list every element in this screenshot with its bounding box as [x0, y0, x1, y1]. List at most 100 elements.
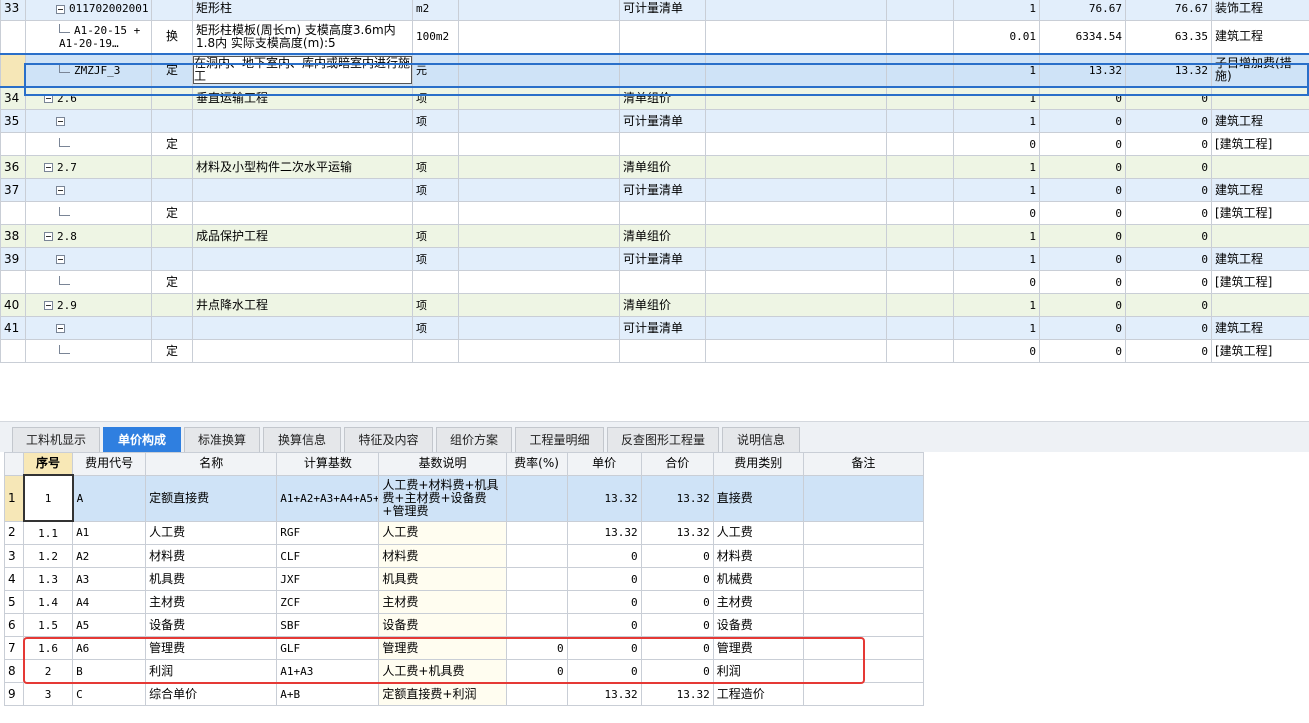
fee-row[interactable]: 6 1.5 A5 设备费 SBF 设备费 0 0 设备费 [4, 613, 924, 637]
pricing-type-cell[interactable]: 可计量清单 [619, 178, 706, 202]
fee-code-cell[interactable]: A3 [72, 567, 147, 591]
empty-cell[interactable] [705, 201, 887, 225]
fee-row[interactable]: 11A定额直接费A1+A2+A3+A4+A5+A6人工费+材料费+机具费+主材费… [4, 474, 924, 522]
fee-row[interactable]: 2 1.1 A1 人工费 RGF 人工费 13.32 13.32 人工费 [4, 520, 924, 545]
empty-cell[interactable] [705, 316, 887, 340]
unit-price-cell[interactable]: 0 [1039, 339, 1126, 363]
empty-cell[interactable] [458, 86, 620, 110]
item-unit-cell[interactable]: 项 [412, 316, 459, 340]
quantity-cell[interactable]: 0.01 [953, 20, 1040, 54]
remark-cell[interactable] [802, 474, 924, 522]
empty-cell[interactable] [705, 339, 887, 363]
pricing-type-cell[interactable] [619, 20, 706, 54]
item-unit-cell[interactable] [412, 132, 459, 156]
fee-row[interactable]: 9 3 C 综合单价 A+B 定额直接费+利润 13.32 13.32 工程造价 [4, 682, 924, 706]
pricing-type-cell[interactable]: 清单组价 [619, 293, 706, 317]
total-cell[interactable]: 0 [640, 590, 714, 614]
collapse-toggle-icon[interactable] [56, 4, 65, 14]
tab-reverse-graphic-quantity[interactable]: 反查图形工程量 [607, 427, 719, 452]
project-category-cell[interactable]: 装饰工程 [1211, 0, 1309, 21]
remark-cell[interactable] [802, 544, 924, 568]
header-calc-base[interactable]: 计算基数 [276, 452, 380, 476]
unit-price-cell[interactable]: 0 [566, 636, 642, 660]
seq-cell[interactable]: 2 [23, 659, 74, 683]
seq-cell[interactable]: 1.5 [23, 613, 74, 637]
project-category-cell[interactable]: 建筑工程 [1211, 20, 1309, 54]
empty-cell[interactable] [458, 201, 620, 225]
budget-row[interactable]: 38 2.8 成品保护工程项清单组价 1 0 0 [0, 224, 1309, 248]
unit-price-cell[interactable]: 0 [1039, 270, 1126, 294]
pricing-type-cell[interactable] [619, 52, 706, 88]
tab-pricing-plan[interactable]: 组价方案 [436, 427, 512, 452]
fee-row[interactable]: 3 1.2 A2 材料费 CLF 材料费 0 0 材料费 [4, 544, 924, 568]
empty-cell[interactable] [458, 109, 620, 133]
fee-category-cell[interactable]: 主材费 [712, 590, 804, 614]
budget-row[interactable]: 41 项可计量清单 1 0 0 建筑工程 [0, 316, 1309, 340]
quantity-cell[interactable]: 0 [953, 201, 1040, 225]
quantity-cell[interactable]: 1 [953, 155, 1040, 179]
empty-cell[interactable] [705, 270, 887, 294]
item-type-cell[interactable]: 换 [151, 20, 193, 54]
collapse-toggle-icon[interactable] [56, 255, 65, 264]
project-category-cell[interactable]: 建筑工程 [1211, 316, 1309, 340]
unit-price-cell[interactable]: 0 [1039, 178, 1126, 202]
rate-cell[interactable] [505, 613, 568, 637]
empty-cell[interactable] [886, 339, 954, 363]
header-rate[interactable]: 费率(%) [505, 452, 568, 476]
empty-cell[interactable] [458, 52, 620, 88]
collapse-toggle-icon[interactable] [44, 301, 53, 310]
total-cell[interactable]: 13.32 [640, 474, 714, 522]
unit-price-cell[interactable]: 0 [1039, 201, 1126, 225]
item-type-cell[interactable] [151, 247, 193, 271]
project-category-cell[interactable]: [建筑工程] [1211, 132, 1309, 156]
budget-row[interactable]: 40 2.9 井点降水工程项清单组价 1 0 0 [0, 293, 1309, 317]
fee-name-cell[interactable]: 综合单价 [145, 682, 278, 706]
seq-cell[interactable]: 1.2 [23, 544, 74, 568]
collapse-toggle-icon[interactable] [44, 232, 53, 241]
fee-category-cell[interactable]: 工程造价 [712, 682, 804, 706]
base-desc-cell[interactable]: 机具费 [378, 567, 507, 591]
project-category-cell[interactable]: 建筑工程 [1211, 247, 1309, 271]
total-price-cell[interactable]: 0 [1125, 247, 1212, 271]
item-name-cell[interactable] [192, 109, 413, 133]
item-type-cell[interactable] [151, 316, 193, 340]
empty-cell[interactable] [705, 109, 887, 133]
empty-cell[interactable] [886, 109, 954, 133]
item-type-cell[interactable]: 定 [151, 132, 193, 156]
item-type-cell[interactable] [151, 293, 193, 317]
tab-unit-price-composition[interactable]: 单价构成 [103, 427, 181, 452]
budget-row[interactable]: ZMZJF_3 定在洞内、地下室内、库内或暗室内进行施工元 1 13.32 13.32 子… [0, 52, 1309, 88]
fee-category-cell[interactable]: 人工费 [712, 520, 804, 545]
quantity-cell[interactable]: 1 [953, 224, 1040, 248]
rate-cell[interactable] [505, 682, 568, 706]
fee-name-cell[interactable]: 材料费 [145, 544, 278, 568]
total-price-cell[interactable]: 0 [1125, 109, 1212, 133]
item-name-cell[interactable] [192, 247, 413, 271]
unit-price-cell[interactable]: 0 [1039, 247, 1126, 271]
empty-cell[interactable] [458, 132, 620, 156]
pricing-type-cell[interactable]: 清单组价 [619, 86, 706, 110]
item-type-cell[interactable]: 定 [151, 201, 193, 225]
empty-cell[interactable] [886, 0, 954, 21]
project-category-cell[interactable]: [建筑工程] [1211, 270, 1309, 294]
fee-code-cell[interactable]: B [72, 659, 147, 683]
unit-price-cell[interactable]: 0 [1039, 293, 1126, 317]
item-type-cell[interactable] [151, 224, 193, 248]
quantity-cell[interactable]: 1 [953, 109, 1040, 133]
total-cell[interactable]: 13.32 [640, 682, 714, 706]
rate-cell[interactable]: 0 [505, 659, 568, 683]
rate-cell[interactable]: 0 [505, 636, 568, 660]
item-unit-cell[interactable] [412, 270, 459, 294]
seq-cell[interactable]: 1.4 [23, 590, 74, 614]
empty-cell[interactable] [458, 155, 620, 179]
item-name-cell[interactable]: 矩形柱 [192, 0, 413, 21]
calc-base-cell[interactable]: ZCF [276, 590, 380, 614]
total-cell[interactable]: 0 [640, 567, 714, 591]
quantity-cell[interactable]: 1 [953, 86, 1040, 110]
empty-cell[interactable] [886, 201, 954, 225]
project-category-cell[interactable] [1211, 293, 1309, 317]
budget-row[interactable]: 37 项可计量清单 1 0 0 建筑工程 [0, 178, 1309, 202]
fee-code-cell[interactable]: C [72, 682, 147, 706]
item-code-cell[interactable]: 2.8 [25, 224, 152, 248]
item-type-cell[interactable] [151, 0, 193, 21]
